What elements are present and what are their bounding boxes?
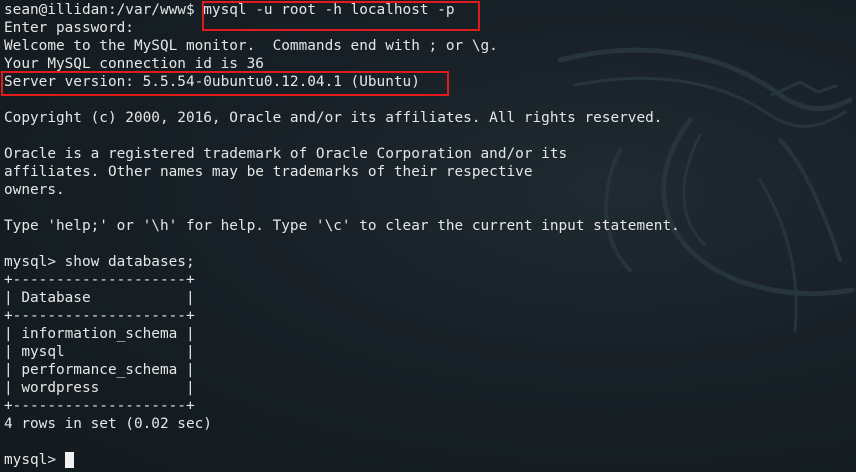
terminal-line: affiliates. Other names may be trademark… (4, 164, 533, 180)
terminal-line: +--------------------+ (4, 398, 195, 414)
terminal-line: Oracle is a registered trademark of Orac… (4, 146, 568, 162)
terminal-line: | information_schema | (4, 326, 195, 342)
terminal-line: | performance_schema | (4, 362, 195, 378)
terminal-line: 4 rows in set (0.02 sec) (4, 416, 212, 432)
terminal-line: mysql> show databases; (4, 254, 195, 270)
input-prompt[interactable]: mysql> (4, 451, 74, 469)
server-version-highlight-box (1, 71, 449, 96)
terminal-line: Copyright (c) 2000, 2016, Oracle and/or … (4, 110, 663, 126)
prompt-label: mysql> (4, 452, 56, 468)
text-cursor (64, 452, 74, 468)
terminal-line: | Database | (4, 290, 195, 306)
terminal-line: +--------------------+ (4, 308, 195, 324)
terminal-line: Enter password: (4, 20, 134, 36)
terminal-line: Type 'help;' or '\h' for help. Type '\c'… (4, 218, 680, 234)
terminal-line: owners. (4, 182, 65, 198)
command-highlight-box (202, 1, 480, 31)
terminal-line: | mysql | (4, 344, 195, 360)
terminal-line: +--------------------+ (4, 272, 195, 288)
terminal-line: | wordpress | (4, 380, 195, 396)
terminal-window[interactable]: sean@illidan:/var/www$ mysql -u root -h … (0, 0, 856, 472)
terminal-line: Welcome to the MySQL monitor. Commands e… (4, 38, 498, 54)
